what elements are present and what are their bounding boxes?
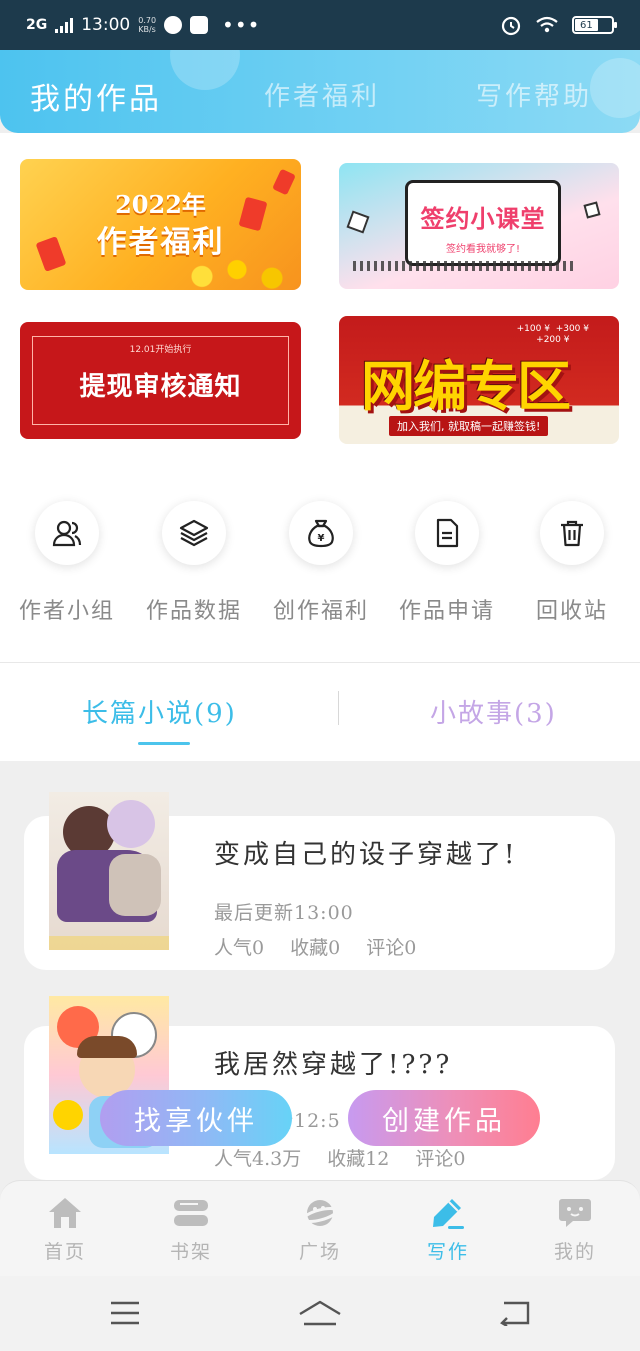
tab-long-novels[interactable]: 长篇小说(9) [82, 693, 237, 730]
cube-decor-icon [583, 201, 601, 219]
active-tab-indicator [138, 742, 190, 745]
work-cover-image[interactable] [49, 792, 169, 950]
work-popularity: 人气0 [214, 937, 265, 959]
quick-action-label: 作品申请 [398, 599, 495, 624]
banner-welfare-title: 作者福利 [96, 225, 225, 260]
home-button-icon[interactable] [298, 1300, 342, 1326]
nav-bookshelf[interactable]: 书架 [146, 1195, 236, 1264]
tab-author-welfare[interactable]: 作者福利 [264, 76, 380, 113]
quick-action-label: 创作福利 [272, 599, 369, 624]
banner-sign-class[interactable]: 签约小课堂 签约看我就够了! [339, 163, 619, 289]
planet-app-icon [164, 16, 183, 34]
quick-action-work-data[interactable]: 作品数据 [144, 501, 244, 625]
decor-bubble [170, 50, 240, 90]
trash-icon [561, 520, 583, 547]
quick-action-recycle-bin[interactable]: 回收站 [522, 501, 622, 625]
network-type: 2G [26, 17, 48, 33]
banner-sign-subtitle: 签约看我就够了! [445, 244, 520, 255]
planet-icon [302, 1200, 338, 1226]
work-stats: 人气4.3万 收藏12 评论0 [214, 1144, 492, 1171]
quick-action-work-apply[interactable]: 作品申请 [397, 501, 497, 625]
work-title: 我居然穿越了!??? [214, 1050, 453, 1080]
quick-action-creation-welfare[interactable]: ¥ 创作福利 [271, 501, 371, 625]
banner-withdraw-tag: 12.01开始执行 [129, 345, 192, 355]
tab-divider [338, 691, 339, 725]
nav-label: 写作 [426, 1241, 469, 1263]
tab-my-works[interactable]: 我的作品 [30, 74, 162, 118]
wifi-icon [536, 16, 558, 33]
quick-action-author-group[interactable]: 作者小组 [17, 501, 117, 625]
more-notifications-icon: ••• [222, 13, 261, 37]
quick-action-label: 作者小组 [18, 599, 115, 624]
tab-writing-help[interactable]: 写作帮助 [476, 76, 592, 113]
money-bag-icon: ¥ [308, 519, 334, 548]
document-icon [436, 518, 459, 548]
nav-home[interactable]: 首页 [20, 1195, 110, 1264]
banner-web-zone-title: 网编专区 [361, 354, 571, 418]
decor-bubble [590, 58, 640, 118]
status-time: 13:00 [81, 15, 131, 35]
quick-action-label: 作品数据 [145, 599, 242, 624]
work-favorites: 收藏12 [327, 1148, 390, 1170]
banner-withdraw-title: 提现审核通知 [79, 372, 242, 402]
work-comments: 评论0 [366, 937, 417, 959]
nav-label: 我的 [553, 1241, 596, 1263]
alarm-icon [501, 16, 521, 36]
decor-stripe [353, 261, 573, 271]
gold-coins-icon [160, 256, 300, 290]
bookshelf-icon [174, 1200, 208, 1226]
nav-mine[interactable]: 我的 [530, 1195, 620, 1264]
find-partner-button[interactable]: 找享伙伴 [100, 1090, 292, 1146]
cube-decor-icon [346, 210, 370, 234]
banner-author-welfare[interactable]: 2022年 作者福利 [20, 159, 301, 290]
top-tab-bar: 我的作品 作者福利 写作帮助 [0, 50, 640, 133]
work-favorites: 收藏0 [290, 937, 341, 959]
home-icon [49, 1198, 81, 1228]
group-icon [52, 520, 82, 547]
work-last-updated: 最后更新13:00 [214, 902, 354, 924]
nav-label: 书架 [169, 1241, 212, 1263]
quick-action-label: 回收站 [535, 599, 608, 624]
bottom-nav: 首页 书架 广场 写作 我的 [0, 1180, 640, 1276]
svg-text:¥: ¥ [318, 533, 325, 544]
banner-web-editor-zone[interactable]: +100 ¥ +300 ¥ +200 ¥ 网编专区 加入我们, 就取稿一起赚签钱! [339, 316, 619, 444]
work-stats: 人气0 收藏0 评论0 [214, 933, 442, 960]
work-popularity: 人气4.3万 [214, 1148, 302, 1170]
menu-icon[interactable] [110, 1300, 140, 1326]
tab-short-stories[interactable]: 小故事(3) [430, 693, 557, 730]
nav-square[interactable]: 广场 [275, 1195, 365, 1264]
back-icon[interactable] [498, 1300, 530, 1326]
mail-app-icon [190, 16, 209, 34]
nav-label: 首页 [43, 1241, 86, 1263]
work-comments: 评论0 [415, 1148, 466, 1170]
layers-icon [179, 519, 209, 547]
system-nav-bar [0, 1276, 640, 1351]
pen-icon [433, 1199, 464, 1229]
category-tab-bar: 长篇小说(9) 小故事(3) [0, 662, 640, 760]
nav-label: 广场 [298, 1241, 341, 1263]
banner-withdraw-notice[interactable]: 12.01开始执行 提现审核通知 [20, 322, 301, 439]
banner-web-zone-subtitle: 加入我们, 就取稿一起赚签钱! [389, 416, 549, 436]
network-speed: 0.70 KB/s [138, 16, 157, 34]
create-work-button[interactable]: 创建作品 [348, 1090, 540, 1146]
banner-welfare-year: 2022年 [115, 190, 206, 219]
signal-icon [55, 17, 74, 33]
sign-class-card: 签约小课堂 签约看我就够了! [405, 180, 561, 266]
banner-sign-title: 签约小课堂 [420, 205, 546, 233]
battery-icon: 61 [572, 16, 617, 34]
chat-bubble-icon [559, 1199, 591, 1227]
nav-writing[interactable]: 写作 [403, 1195, 493, 1264]
work-title: 变成自己的设子穿越了! [214, 840, 518, 870]
status-bar: 2G 13:00 0.70 KB/s ••• 61 [0, 0, 640, 50]
